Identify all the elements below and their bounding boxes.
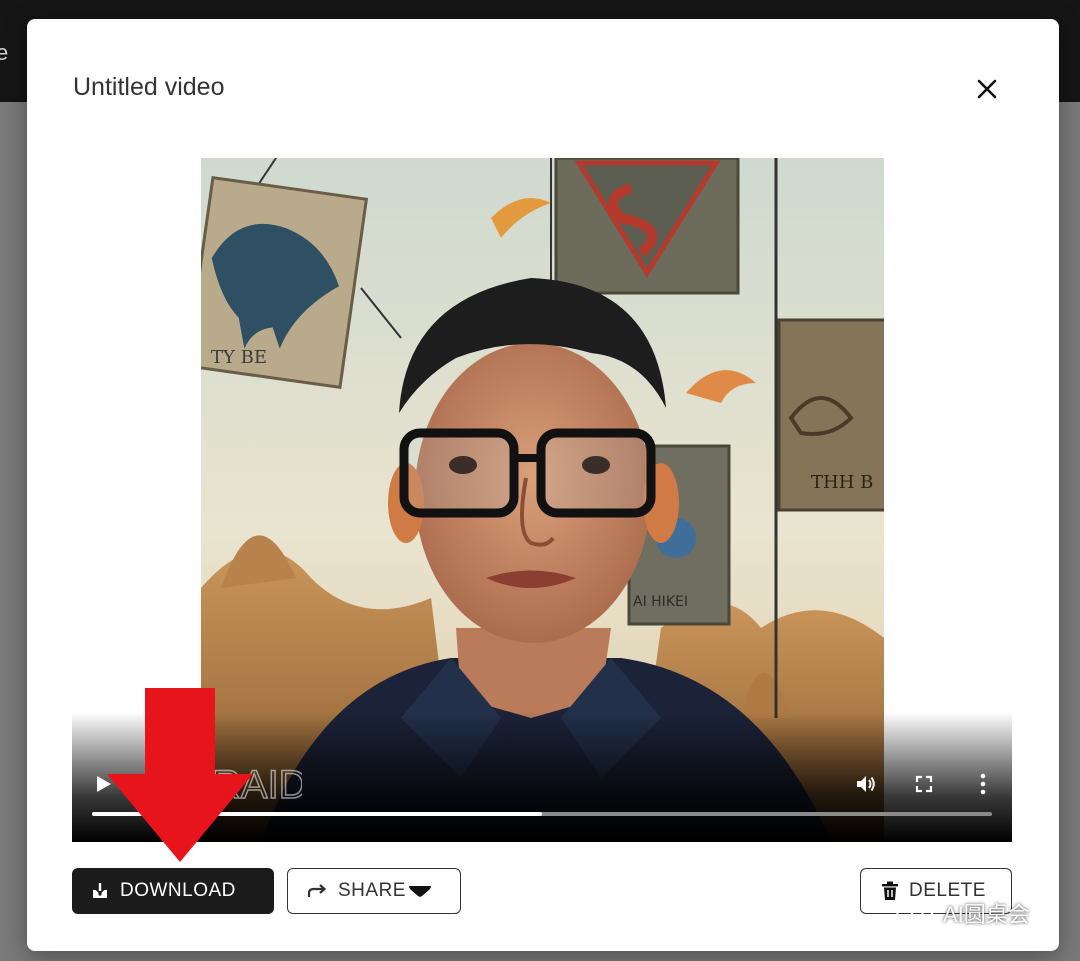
banner-text-1: TY BE	[211, 347, 267, 368]
share-button[interactable]: SHARE	[287, 868, 461, 914]
fullscreen-button[interactable]	[910, 770, 938, 798]
watermark-text: AI圆桌会	[943, 902, 1030, 927]
share-label: SHARE	[338, 880, 406, 901]
dialog-title: Untitled video	[73, 73, 225, 101]
share-icon	[307, 884, 327, 897]
partial-header-text: e	[0, 40, 9, 65]
wechat-icon	[896, 900, 934, 927]
more-options-button[interactable]	[969, 770, 997, 798]
banner-text-3: AI HIKEI	[633, 594, 688, 610]
more-vert-icon	[980, 773, 986, 795]
download-button[interactable]: DOWNLOAD	[72, 868, 274, 914]
fullscreen-icon	[915, 775, 933, 793]
volume-icon	[857, 776, 875, 792]
download-icon	[93, 883, 107, 898]
wechat-watermark: AI圆桌会	[893, 897, 1030, 929]
close-button[interactable]	[967, 71, 1007, 107]
download-label: DOWNLOAD	[120, 880, 236, 901]
caret-down-icon	[408, 886, 431, 897]
banner-text-2: THH B	[811, 472, 873, 493]
volume-button[interactable]	[852, 770, 880, 798]
red-arrow-annotation	[107, 688, 253, 862]
close-icon	[977, 79, 997, 99]
